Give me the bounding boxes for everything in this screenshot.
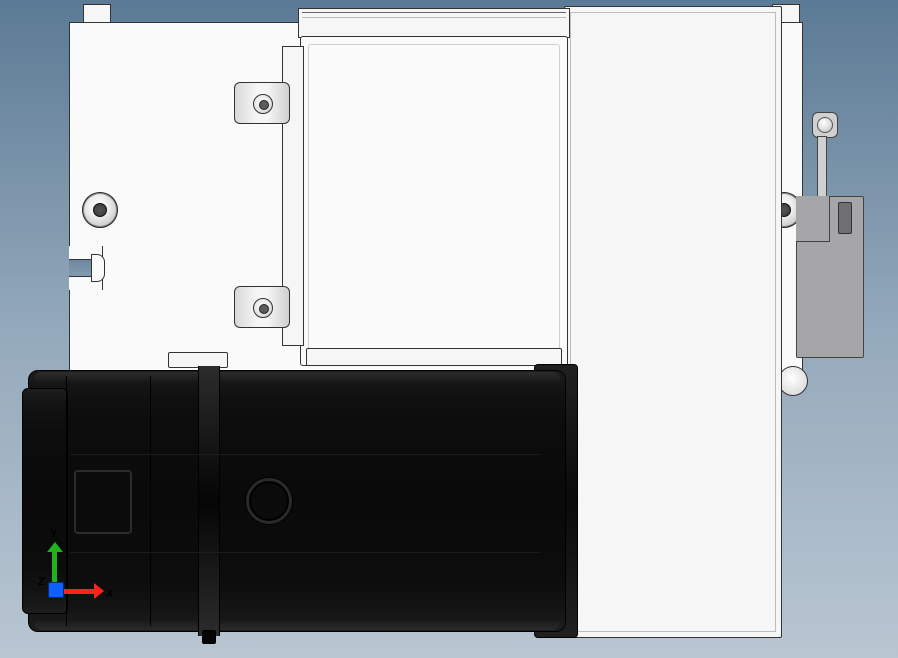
center-plate-bottom-lip [306, 348, 562, 366]
motor-bottom-highlight [34, 620, 560, 630]
motor-top-highlight [34, 372, 560, 382]
side-boss-right [778, 366, 808, 396]
side-pin-face [817, 117, 833, 133]
motor-edge-bot [70, 552, 540, 553]
standoff-upper [234, 82, 290, 124]
motor-clamp-band-a [198, 366, 220, 636]
socket-head-screw-left [82, 192, 118, 228]
motor-edge-top [70, 454, 540, 455]
center-plate-inner-edge [308, 44, 560, 358]
top-rail-edge [302, 12, 566, 18]
side-bar [817, 136, 827, 198]
motor-connector [74, 470, 132, 534]
motor-face-ring [246, 478, 292, 524]
side-bracket-step [796, 196, 830, 242]
left-cutout [69, 248, 103, 288]
standoff-lower [234, 286, 290, 328]
cad-viewport[interactable]: X Y Z [0, 0, 898, 658]
side-bracket-slot [838, 202, 852, 234]
front-cover-step [570, 12, 776, 632]
motor-joint-1 [66, 376, 67, 626]
motor-joint-2 [150, 376, 151, 626]
motor-encoder-cap [22, 388, 68, 614]
motor-clamp-a-foot [202, 630, 216, 644]
left-mounting-ear-top [83, 4, 111, 24]
